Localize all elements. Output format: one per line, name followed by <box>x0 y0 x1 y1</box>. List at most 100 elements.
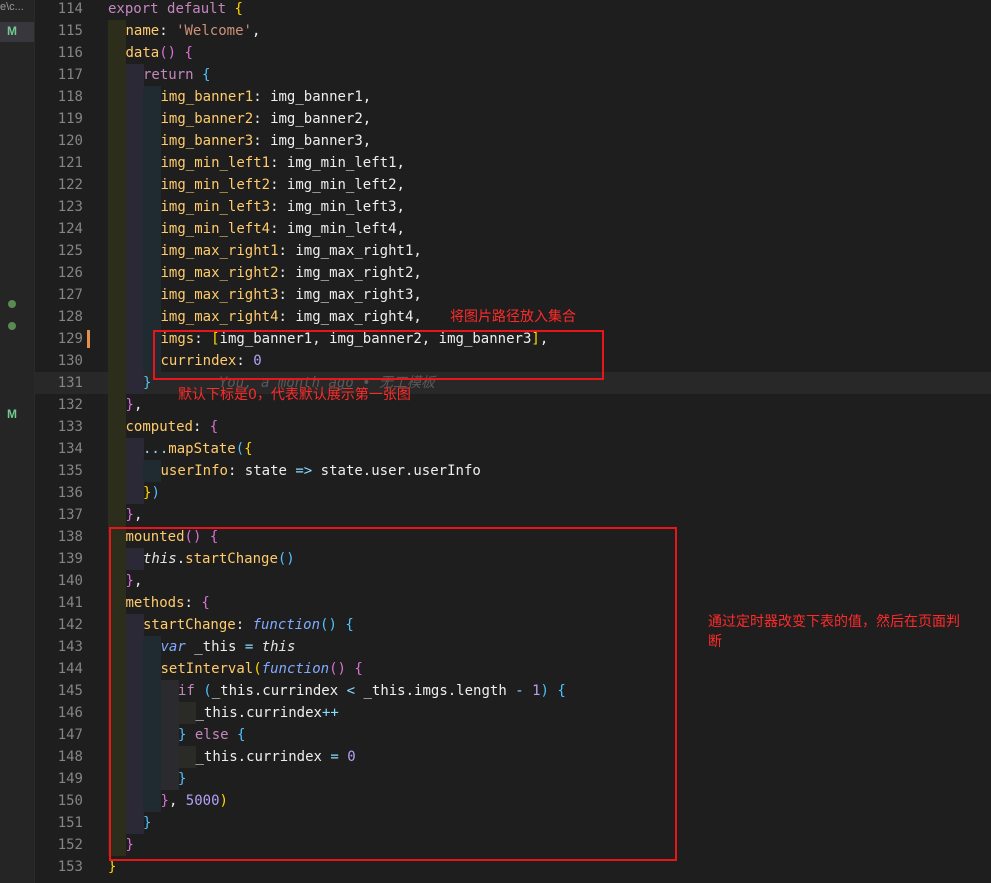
code-token: export <box>108 1 159 17</box>
explorer-selected-row[interactable] <box>0 22 34 42</box>
code-text: img_banner2: img_banner2, <box>161 108 372 130</box>
indent-guide <box>108 394 126 416</box>
code-token: img_min_left1 <box>160 155 271 171</box>
line-number: 130 <box>57 353 83 369</box>
code-token: { <box>234 1 243 17</box>
code-token: img_banner1 <box>160 89 254 105</box>
code-token: state.user.userInfo <box>312 463 481 479</box>
line-number: 150 <box>57 793 83 809</box>
code-token: : img_max_right2, <box>278 265 422 281</box>
line-number: 122 <box>57 177 83 193</box>
code-text: }, <box>126 504 143 526</box>
code-line[interactable]: 133 computed: { <box>35 416 991 438</box>
code-text: computed: { <box>126 416 219 438</box>
code-line[interactable]: 116 data() { <box>35 42 991 64</box>
line-number: 128 <box>57 309 83 325</box>
code-line[interactable]: 121 img_min_left1: img_min_left1, <box>35 152 991 174</box>
indent-guide <box>108 328 126 350</box>
line-number: 117 <box>57 67 83 83</box>
indent-guide <box>143 130 161 152</box>
line-number: 137 <box>57 507 83 523</box>
line-number: 136 <box>57 485 83 501</box>
indent-guide <box>125 64 144 86</box>
code-token: } <box>125 507 134 523</box>
indent-guide <box>108 372 126 394</box>
code-line[interactable]: 137}, <box>35 504 991 526</box>
indent-guide <box>125 262 144 284</box>
code-line[interactable]: 126 img_max_right2: img_max_right2, <box>35 262 991 284</box>
indent-guide <box>125 196 144 218</box>
indent-guide <box>125 86 144 108</box>
git-modified-badge: M <box>7 407 17 421</box>
line-number: 140 <box>57 573 83 589</box>
explorer-panel: e\c... M M <box>0 0 34 883</box>
code-line[interactable]: 120 img_banner3: img_banner3, <box>35 130 991 152</box>
code-token: img_min_left4 <box>160 221 271 237</box>
code-token: img_max_right1 <box>160 243 279 259</box>
code-token: mapState <box>168 441 236 457</box>
indent-guide <box>125 328 144 350</box>
indent-guide <box>125 482 144 504</box>
code-line[interactable]: 123 img_min_left3: img_min_left3, <box>35 196 991 218</box>
indent-guide <box>125 438 144 460</box>
code-token: : state <box>227 463 296 479</box>
code-line[interactable]: 122 img_min_left2: img_min_left2, <box>35 174 991 196</box>
indent-guide <box>143 174 161 196</box>
line-number: 152 <box>57 837 83 853</box>
code-token: : img_min_left2, <box>270 177 405 193</box>
indent-guide <box>125 284 144 306</box>
code-line[interactable]: 127 img_max_right3: img_max_right3, <box>35 284 991 306</box>
line-number: 135 <box>57 463 83 479</box>
code-text: img_max_right2: img_max_right2, <box>161 262 422 284</box>
code-line[interactable]: 135 userInfo: state => state.user.userInf… <box>35 460 991 482</box>
code-token: data <box>125 45 160 61</box>
line-number: 142 <box>57 617 83 633</box>
indent-guide <box>108 504 126 526</box>
code-text: return { <box>143 64 210 86</box>
code-text: img_min_left1: img_min_left1, <box>161 152 405 174</box>
git-status-dot <box>8 322 16 330</box>
code-line[interactable]: 117 return { <box>35 64 991 86</box>
code-text: }, <box>126 394 143 416</box>
indent-guide <box>125 350 144 372</box>
code-token: => <box>295 463 313 479</box>
code-token: } <box>108 859 117 875</box>
code-line[interactable]: 119 img_banner2: img_banner2, <box>35 108 991 130</box>
code-token: img_max_right3 <box>160 287 279 303</box>
line-number: 148 <box>57 749 83 765</box>
code-token: : img_max_right3, <box>278 287 422 303</box>
line-number: 126 <box>57 265 83 281</box>
line-number: 139 <box>57 551 83 567</box>
indent-guide <box>108 482 126 504</box>
code-token: img_max_right2 <box>160 265 279 281</box>
line-number: 151 <box>57 815 83 831</box>
code-line[interactable]: 118 img_banner1: img_banner1, <box>35 86 991 108</box>
code-line[interactable]: 125 img_max_right1: img_max_right1, <box>35 240 991 262</box>
code-line[interactable]: 134 ...mapState({ <box>35 438 991 460</box>
annotation-note-collection: 将图片路径放入集合 <box>450 309 576 325</box>
code-text: name: 'Welcome', <box>126 20 261 42</box>
line-number: 132 <box>57 397 83 413</box>
code-token: name <box>125 23 160 39</box>
code-line[interactable]: 124 img_min_left4: img_min_left4, <box>35 218 991 240</box>
code-token: img_min_left3 <box>160 199 271 215</box>
indent-guide <box>125 306 144 328</box>
line-number: 131 <box>57 375 83 391</box>
code-line[interactable]: 115 name: 'Welcome', <box>35 20 991 42</box>
indent-guide <box>125 218 144 240</box>
line-number: 153 <box>57 859 83 875</box>
line-number: 127 <box>57 287 83 303</box>
code-token: { <box>184 45 193 61</box>
highlight-box-methods <box>109 527 677 861</box>
file-path-fragment: e\c... <box>0 1 24 13</box>
line-number: 147 <box>57 727 83 743</box>
code-line[interactable]: 114 export default { <box>35 0 991 20</box>
code-line[interactable]: 136}) <box>35 482 991 504</box>
code-token: img_banner3 <box>160 133 254 149</box>
indent-guide <box>143 284 161 306</box>
indent-guide <box>108 108 126 130</box>
git-change-marker <box>87 330 90 348</box>
indent-guide <box>125 130 144 152</box>
code-token: { <box>202 67 211 83</box>
code-token: img_max_right4 <box>160 309 279 325</box>
